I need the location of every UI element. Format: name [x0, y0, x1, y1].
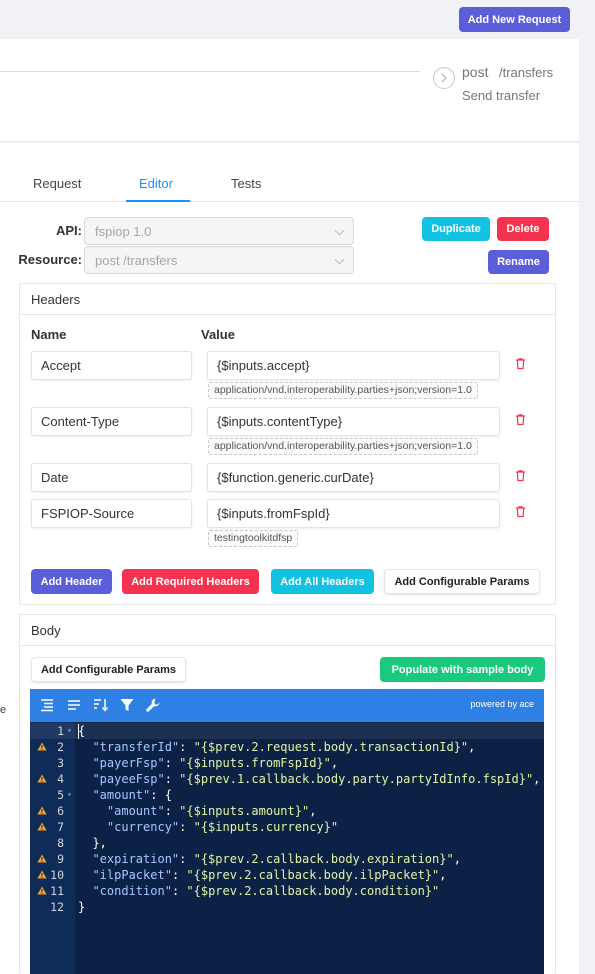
- delete-header-icon[interactable]: [514, 469, 527, 482]
- header-value-input[interactable]: {$function.generic.curDate}: [207, 463, 500, 492]
- code-line: 2 "transferId": "{$prev.2.request.body.t…: [30, 739, 544, 755]
- api-select-value: fspiop 1.0: [95, 224, 152, 239]
- tab-tests[interactable]: Tests: [231, 176, 261, 191]
- code-line: 6 "amount": "{$inputs.amount}",: [30, 803, 544, 819]
- wrench-icon[interactable]: [145, 697, 161, 713]
- api-select[interactable]: fspiop 1.0: [84, 217, 354, 245]
- headers-column-name: Name: [31, 327, 67, 342]
- compact-icon[interactable]: [66, 697, 82, 713]
- step-path: /transfers: [499, 65, 554, 80]
- header-name-input[interactable]: Date: [31, 463, 192, 492]
- populate-sample-body-button[interactable]: Populate with sample body: [380, 657, 545, 682]
- chevron-right-icon: [433, 67, 455, 89]
- code-line: 11 "condition": "{$prev.2.callback.body.…: [30, 883, 544, 899]
- header-resolved-value: application/vnd.interoperability.parties…: [208, 438, 478, 455]
- filter-icon[interactable]: [119, 697, 135, 713]
- body-add-configurable-params-button[interactable]: Add Configurable Params: [31, 657, 186, 682]
- rename-button[interactable]: Rename: [488, 250, 549, 274]
- json-code-editor[interactable]: powered by ace 1 ▾{ 2 "transferId": "{$pr…: [30, 689, 544, 974]
- add-required-headers-button[interactable]: Add Required Headers: [122, 569, 259, 594]
- header-resolved-value: application/vnd.interoperability.parties…: [208, 382, 478, 399]
- header-name-input[interactable]: Accept: [31, 351, 192, 380]
- resource-label: Resource:: [18, 252, 82, 267]
- delete-button[interactable]: Delete: [497, 217, 549, 241]
- code-line: 4 "payeeFsp": "{$prev.1.callback.body.pa…: [30, 771, 544, 787]
- tab-bar: Request Editor Tests: [0, 165, 579, 202]
- headers-title: Headers: [20, 284, 555, 315]
- request-summary-card: post /transfers Send transfer: [0, 39, 579, 142]
- delete-header-icon[interactable]: [514, 357, 527, 370]
- header-value-input[interactable]: {$inputs.contentType}: [207, 407, 500, 436]
- headers-column-value: Value: [201, 327, 235, 342]
- add-configurable-params-button[interactable]: Add Configurable Params: [384, 569, 540, 594]
- add-all-headers-button[interactable]: Add All Headers: [271, 569, 374, 594]
- code-line: 9 "expiration": "{$prev.2.callback.body.…: [30, 851, 544, 867]
- code-line: 8 },: [57, 836, 107, 850]
- code-line: 1 ▾{: [30, 723, 544, 739]
- step-divider: [0, 71, 420, 72]
- header-resolved-value: testingtoolkitdfsp: [208, 530, 299, 547]
- header-name-input[interactable]: Content-Type: [31, 407, 192, 436]
- api-label: API:: [56, 223, 82, 238]
- tab-editor[interactable]: Editor: [139, 176, 173, 191]
- add-new-request-button[interactable]: Add New Request: [459, 7, 570, 32]
- add-header-button[interactable]: Add Header: [31, 569, 112, 594]
- header-name-input[interactable]: FSPIOP-Source: [31, 499, 192, 528]
- step-description: Send transfer: [462, 88, 541, 103]
- header-value-input[interactable]: {$inputs.accept}: [207, 351, 500, 380]
- code-line: 12}: [50, 900, 86, 914]
- resource-select-value: post /transfers: [95, 253, 178, 268]
- step-method: post: [462, 64, 489, 80]
- code-line: 5 ▾ "amount": {: [57, 788, 172, 802]
- editor-toolbar: powered by ace: [30, 689, 544, 722]
- truncated-label: e: [0, 704, 7, 716]
- code-line: 7 "currency": "{$inputs.currency}": [30, 819, 544, 835]
- sort-icon[interactable]: [92, 697, 109, 713]
- body-title: Body: [20, 615, 555, 646]
- tab-request[interactable]: Request: [33, 176, 81, 191]
- code-line: 10 "ilpPacket": "{$prev.2.callback.body.…: [30, 867, 544, 883]
- tab-active-indicator: [126, 200, 190, 202]
- code-line: 3 "payerFsp": "{$inputs.fromFspId}",: [57, 756, 339, 770]
- header-value-input[interactable]: {$inputs.fromFspId}: [207, 499, 500, 528]
- chevron-down-icon: [334, 225, 345, 236]
- resource-select[interactable]: post /transfers: [84, 246, 354, 274]
- powered-by-ace-label: powered by ace: [470, 699, 534, 709]
- delete-header-icon[interactable]: [514, 505, 527, 518]
- format-icon[interactable]: [39, 697, 55, 713]
- delete-header-icon[interactable]: [514, 413, 527, 426]
- chevron-down-icon: [334, 254, 345, 265]
- duplicate-button[interactable]: Duplicate: [422, 217, 490, 241]
